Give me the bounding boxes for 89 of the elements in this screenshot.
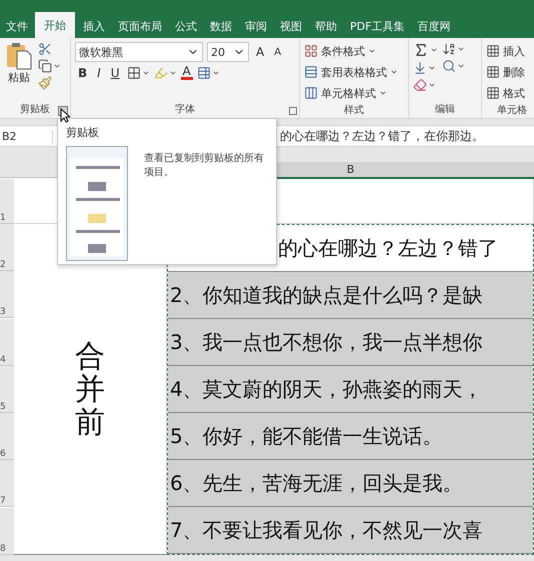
row-header[interactable]: 4: [0, 318, 14, 366]
ribbon-tab[interactable]: 百度网: [411, 14, 456, 38]
grid-icon: [486, 86, 500, 100]
caret-icon: [430, 46, 438, 54]
increase-font-size-button[interactable]: A: [253, 45, 268, 59]
ribbon-tab[interactable]: 插入: [77, 14, 111, 38]
table-cell[interactable]: 5、你好，能不能借一生说话。: [168, 413, 533, 460]
ribbon-tab[interactable]: 公式: [169, 14, 203, 38]
cell-text: 6、先生，苦海无涯，回头是我。: [169, 470, 463, 496]
sort-icon: [442, 42, 456, 56]
row-header[interactable]: 7: [0, 460, 14, 508]
font-color-button[interactable]: A: [180, 65, 193, 80]
cell-text: 2、你知道我的缺点是什么吗？是缺: [169, 282, 483, 308]
scissors-icon: [38, 42, 52, 56]
table-cell[interactable]: 7、不要让我看见你，不然见一次喜: [168, 507, 533, 554]
clipboard-icon: [6, 42, 32, 70]
tooltip-title: 剪贴板: [66, 125, 100, 140]
phonetic-button[interactable]: [196, 66, 220, 80]
table-cell[interactable]: 2、你知道我的缺点是什么吗？是缺: [168, 272, 533, 319]
grid-icon: [126, 66, 140, 80]
dialog-launcher[interactable]: [289, 107, 297, 115]
highlighter-icon: [154, 66, 168, 80]
grid-icon: [486, 65, 500, 79]
caret-icon: [428, 81, 436, 89]
cell-text: 4、莫文蔚的阴天，孙燕姿的雨天，: [169, 376, 483, 402]
caret-icon: [390, 68, 398, 76]
caret-icon: [379, 89, 387, 97]
cells-button[interactable]: 插入: [486, 42, 525, 60]
row-header[interactable]: 3: [0, 271, 14, 318]
eraser-icon: [413, 78, 427, 92]
styles-button[interactable]: 套用表格格式: [304, 63, 398, 81]
group-label: 单元格: [496, 104, 528, 118]
cell-text: 3、我一点也不想你，我一点半想你: [169, 328, 483, 356]
caret-icon: [368, 47, 376, 55]
styles-button[interactable]: 单元格样式: [304, 84, 398, 102]
grid-icon: [486, 44, 500, 58]
ribbon-tab[interactable]: 页面布局: [112, 14, 168, 38]
paintbrush-icon: [38, 76, 52, 90]
sort-filter-button[interactable]: [442, 42, 465, 56]
search-button[interactable]: [442, 59, 465, 73]
rows-icon: [304, 65, 318, 79]
row-header[interactable]: 6: [0, 413, 14, 460]
font-size-field[interactable]: 20: [207, 42, 249, 62]
cell-text: 的心在哪边？左边？错了: [277, 234, 498, 262]
row-header[interactable]: 1: [0, 179, 14, 224]
caret-icon: [457, 62, 465, 70]
copy-icon: [38, 59, 52, 73]
ribbon-tab[interactable]: 审阅: [239, 14, 273, 38]
borders-button[interactable]: [126, 66, 150, 80]
ribbon-tab[interactable]: 视图: [274, 14, 308, 38]
table-cell[interactable]: 4、莫文蔚的阴天，孙燕姿的雨天，: [168, 366, 533, 413]
formula-bar-content: 的心在哪边？左边？错了，在你那边。: [280, 128, 484, 144]
group-label: 字体: [174, 102, 196, 117]
columns-icon: [304, 86, 318, 100]
caret-icon: [428, 64, 436, 72]
search-icon: [442, 59, 456, 73]
name-box[interactable]: B2: [0, 130, 53, 142]
table-icon: [196, 66, 211, 80]
cells-button[interactable]: 删除: [486, 63, 525, 81]
row-header[interactable]: 8: [0, 508, 14, 555]
arrow-down-icon: [413, 61, 427, 75]
caret-icon: [53, 62, 61, 70]
merged-cell-text: 合并前: [75, 340, 105, 438]
paste-button[interactable]: 粘贴: [4, 42, 34, 100]
ribbon-tab[interactable]: 开始: [35, 12, 75, 38]
table-cell[interactable]: 6、先生，苦海无涯，回头是我。: [168, 460, 533, 507]
font-name-field[interactable]: 微软雅黑: [75, 42, 203, 62]
copy-button[interactable]: [38, 59, 61, 73]
caret-icon: [457, 45, 465, 53]
cell-text: 5、你好，能不能借一生说话。: [169, 422, 443, 450]
group-label: 剪贴板: [19, 102, 51, 117]
group-label: 样式: [343, 104, 365, 118]
italic-button[interactable]: I: [94, 66, 104, 80]
cell-text: 7、不要让我看见你，不然见一次喜: [169, 516, 483, 544]
decrease-font-size-button[interactable]: A: [271, 46, 284, 58]
row-header[interactable]: 5: [0, 366, 14, 413]
grid-icon: [304, 44, 318, 58]
underline-button[interactable]: U: [108, 66, 122, 80]
table-cell[interactable]: 3、我一点也不想你，我一点半想你: [168, 319, 533, 366]
cells-button[interactable]: 格式: [486, 84, 525, 102]
ribbon-tab[interactable]: PDF工具集: [344, 14, 410, 38]
styles-button[interactable]: 条件格式: [304, 42, 398, 60]
group-label: 编辑: [434, 102, 456, 117]
bold-button[interactable]: B: [75, 66, 90, 80]
ribbon-tab[interactable]: 文件: [0, 14, 34, 38]
ribbon-tab[interactable]: 帮助: [309, 14, 343, 38]
ribbon-tab[interactable]: 数据: [204, 14, 238, 38]
fill-color-button[interactable]: [154, 66, 176, 80]
row-header[interactable]: 2: [0, 224, 14, 271]
